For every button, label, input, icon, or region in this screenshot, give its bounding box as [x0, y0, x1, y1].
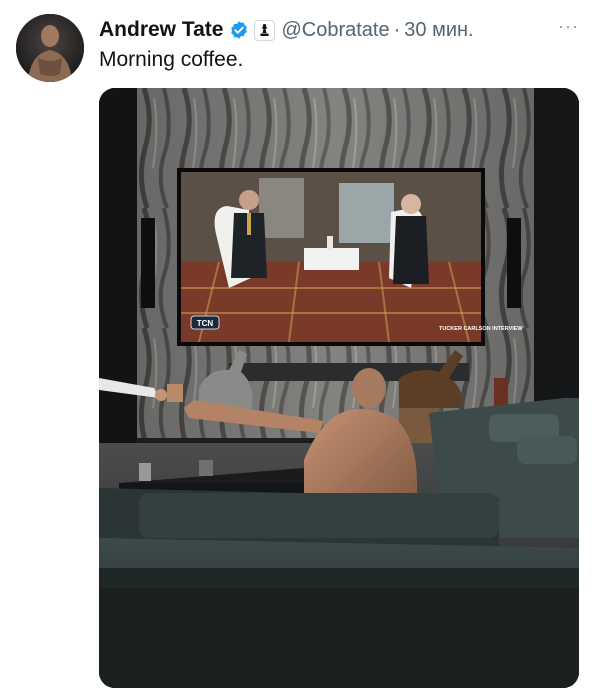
separator-dot: ·: [393, 18, 401, 41]
author-name[interactable]: Andrew Tate: [99, 18, 223, 42]
affiliation-badge-icon[interactable]: [254, 19, 276, 41]
tv-logo-text: TCN: [197, 319, 214, 328]
more-options-icon[interactable]: ···: [558, 16, 579, 37]
tweet-header: Andrew Tate @Cobratate · 30 мин. ···: [99, 14, 579, 46]
avatar[interactable]: [16, 14, 84, 82]
tweet-text: Morning coffee.: [99, 48, 244, 71]
author-handle[interactable]: @Cobratate: [281, 19, 389, 42]
avatar-image: [16, 14, 84, 82]
verified-badge-icon: [229, 20, 249, 40]
tv-caption-text: TUCKER CARLSON INTERVIEW: [439, 326, 523, 332]
tweet[interactable]: Andrew Tate @Cobratate · 30 мин. ··· Mor…: [0, 0, 599, 700]
media-photo: TCN TUCKER CARLSON INTERVIEW: [99, 88, 579, 688]
tweet-time[interactable]: 30 мин.: [404, 19, 473, 42]
tweet-media[interactable]: TCN TUCKER CARLSON INTERVIEW: [99, 88, 579, 688]
